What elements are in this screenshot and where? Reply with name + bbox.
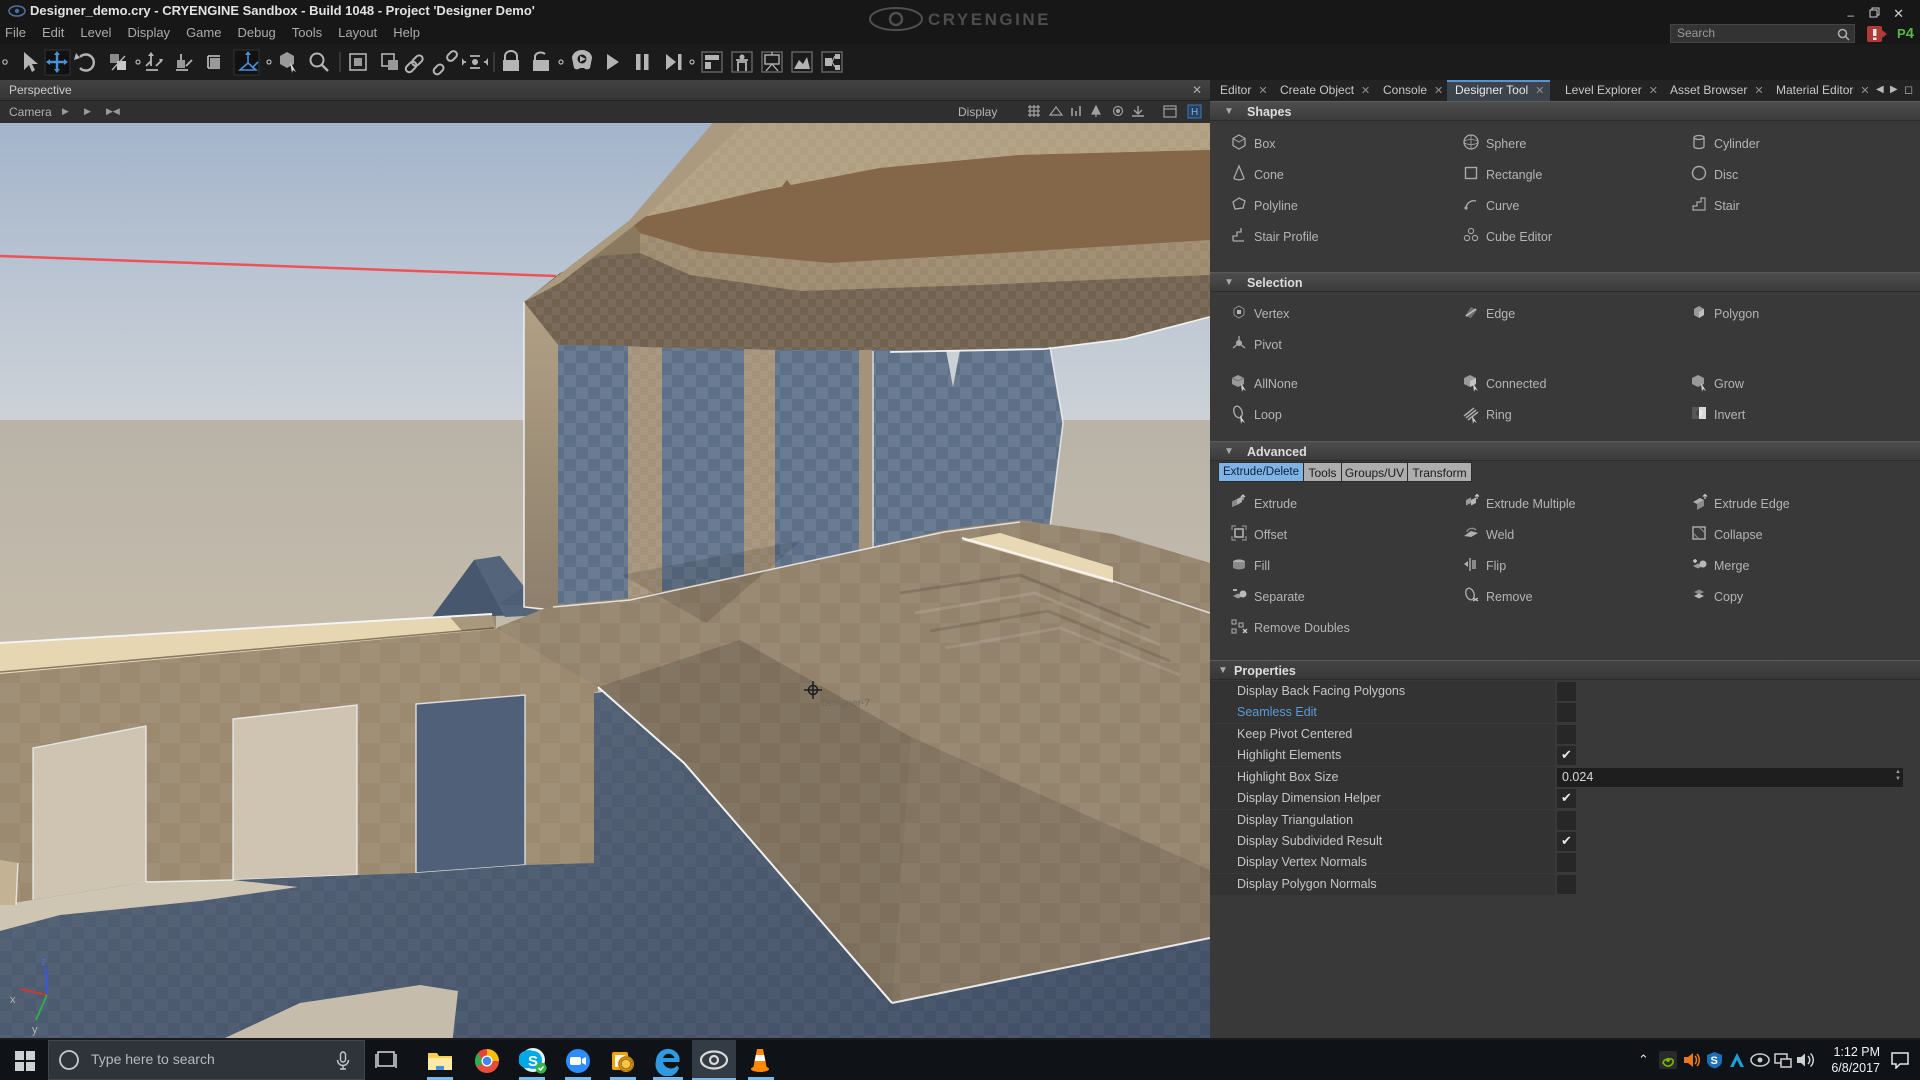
- svg-text:H: H: [1191, 107, 1198, 118]
- svg-text:Designer-7: Designer-7: [821, 698, 870, 709]
- svg-text:CRYENGINE: CRYENGINE: [928, 10, 1051, 29]
- svg-text:z: z: [41, 956, 47, 968]
- svg-text:y: y: [32, 1024, 38, 1036]
- svg-text:S: S: [1711, 1055, 1718, 1067]
- svg-text:x: x: [10, 994, 16, 1006]
